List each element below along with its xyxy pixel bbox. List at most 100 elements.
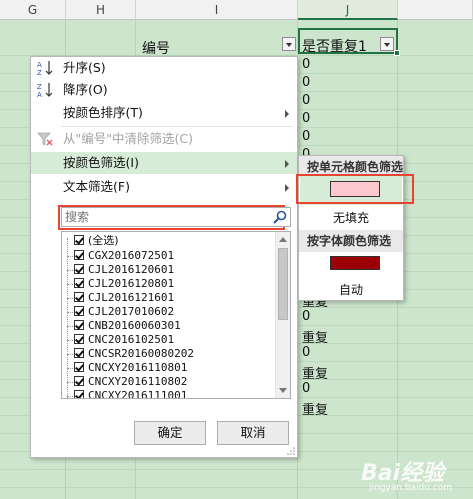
column-header-g[interactable]: G	[0, 0, 66, 20]
auto-color-option[interactable]: 自动	[299, 281, 403, 298]
filter-dropdown-button-j[interactable]	[380, 37, 394, 51]
tree-line	[67, 326, 73, 327]
tree-line	[67, 312, 73, 313]
menu-separator	[61, 126, 293, 127]
checkbox[interactable]	[74, 348, 84, 358]
menu-item-sort-ascending[interactable]: A Z 升序(S)	[31, 57, 297, 79]
list-item-label: CJL2016121601	[88, 291, 175, 304]
svg-text:A: A	[37, 61, 42, 69]
sort-ascending-icon: A Z	[37, 61, 53, 76]
checkbox[interactable]	[74, 320, 84, 330]
cell-value[interactable]: 0	[302, 381, 310, 396]
checkbox[interactable]	[74, 334, 84, 344]
column-header-i[interactable]: I	[136, 0, 298, 20]
cell-value[interactable]: 0	[302, 309, 310, 324]
list-item-label: CNCXY2016111001	[88, 389, 188, 399]
list-item[interactable]: CGX2016072501	[74, 249, 174, 262]
watermark-url: jingyan.baidu.com	[369, 483, 453, 493]
submenu-arrow-icon	[285, 184, 289, 192]
no-fill-option[interactable]: 无填充	[299, 209, 403, 226]
cell-value[interactable]: 0	[302, 93, 310, 108]
scroll-thumb[interactable]	[278, 248, 288, 320]
list-item-label: CJL2016120601	[88, 263, 175, 276]
list-item[interactable]: CJL2016120801	[74, 277, 174, 290]
list-item[interactable]: CNCXY2016111001	[74, 389, 188, 399]
checkbox[interactable]	[74, 292, 84, 302]
menu-item-text-filter[interactable]: 文本筛选(F)	[31, 176, 297, 198]
menu-item-filter-by-color[interactable]: 按颜色筛选(I)	[31, 152, 297, 174]
cancel-button[interactable]: 取消	[217, 421, 289, 445]
checkbox[interactable]	[74, 306, 84, 316]
cell-value[interactable]: 重复	[302, 399, 328, 418]
list-item[interactable]: CNC2016102501	[74, 333, 174, 346]
menu-label: 文本筛选(F)	[63, 179, 130, 194]
menu-item-sort-descending[interactable]: Z A 降序(O)	[31, 79, 297, 101]
cell-value[interactable]: 0	[302, 111, 310, 126]
list-item-label: CNC2016102501	[88, 333, 175, 346]
menu-label: 从"编号"中清除筛选(C)	[63, 131, 193, 146]
search-field[interactable]	[61, 207, 291, 227]
scroll-up-arrow-icon[interactable]	[279, 237, 287, 242]
svg-text:Z: Z	[37, 83, 42, 91]
list-item-label: CNCXY2016110801	[88, 361, 188, 374]
cell-value[interactable]: 0	[302, 129, 310, 144]
checkbox[interactable]	[74, 362, 84, 372]
list-item-label: CNCXY2016110802	[88, 375, 188, 388]
list-item[interactable]: CNCXY2016110801	[74, 361, 187, 374]
menu-item-clear-filter: 从"编号"中清除筛选(C)	[31, 128, 297, 150]
filter-dropdown-button-i[interactable]	[282, 37, 296, 51]
column-label-bianhao: 编号	[142, 41, 170, 57]
cell-value[interactable]: 重复	[302, 327, 328, 346]
cell-value[interactable]: 0	[302, 75, 310, 90]
column-header-k[interactable]	[398, 0, 473, 20]
tree-line	[67, 298, 73, 299]
tree-line	[67, 396, 73, 397]
checkbox[interactable]	[74, 250, 84, 260]
fill-handle[interactable]	[394, 50, 400, 56]
baidu-watermark-logo: Bai经验 jingyan.baidu.com	[355, 453, 465, 497]
list-item-label: CNCSR20160080202	[88, 347, 194, 360]
checkbox[interactable]	[74, 278, 84, 288]
list-item-label: (全选)	[88, 234, 119, 247]
tree-line	[67, 354, 73, 355]
tree-line	[67, 284, 73, 285]
menu-item-sort-by-color[interactable]: 按颜色排序(T)	[31, 102, 297, 124]
cell-value[interactable]: 重复	[302, 363, 328, 382]
cell-value[interactable]: 0	[302, 57, 310, 72]
cell-value[interactable]: 0	[302, 345, 310, 360]
scroll-down-arrow-icon[interactable]	[279, 388, 287, 393]
checkbox[interactable]	[74, 376, 84, 386]
list-item[interactable]: CJL2016121601	[74, 291, 174, 304]
font-color-swatch-darkred[interactable]	[330, 256, 380, 270]
column-header-j[interactable]: J	[298, 0, 398, 20]
checkbox[interactable]	[74, 264, 84, 274]
list-item-label: CJL2016120801	[88, 277, 175, 290]
column-header-h[interactable]: H	[66, 0, 136, 20]
list-item[interactable]: CJL2017010602	[74, 305, 174, 318]
list-item[interactable]: CNCXY2016110802	[74, 375, 187, 388]
submenu-arrow-icon	[285, 110, 289, 118]
checkbox[interactable]	[74, 235, 84, 245]
list-item-label: CNB20160060301	[88, 319, 181, 332]
clear-filter-icon	[37, 132, 53, 146]
tree-line	[67, 238, 68, 398]
menu-label: 升序(S)	[63, 60, 106, 75]
list-item-select-all[interactable]: (全选)	[74, 234, 119, 247]
tree-line	[67, 340, 73, 341]
list-item[interactable]: CNB20160060301	[74, 319, 181, 332]
list-item-label: CGX2016072501	[88, 249, 175, 262]
list-scrollbar[interactable]	[275, 232, 290, 398]
search-icon	[273, 210, 287, 224]
filter-value-list: (全选) CGX2016072501 CJL2016120601 CJL2016…	[61, 231, 291, 399]
tree-line	[67, 256, 73, 257]
sort-descending-icon: Z A	[37, 83, 53, 98]
svg-text:A: A	[37, 91, 42, 98]
checkbox[interactable]	[74, 390, 84, 398]
list-item[interactable]: CNCSR20160080202	[74, 347, 194, 360]
tree-line	[67, 368, 73, 369]
list-item[interactable]: CJL2016120601	[74, 263, 174, 276]
resize-grip-icon[interactable]	[287, 447, 295, 455]
ok-button[interactable]: 确定	[134, 421, 206, 445]
search-input[interactable]	[62, 208, 270, 226]
svg-text:Z: Z	[37, 69, 42, 76]
